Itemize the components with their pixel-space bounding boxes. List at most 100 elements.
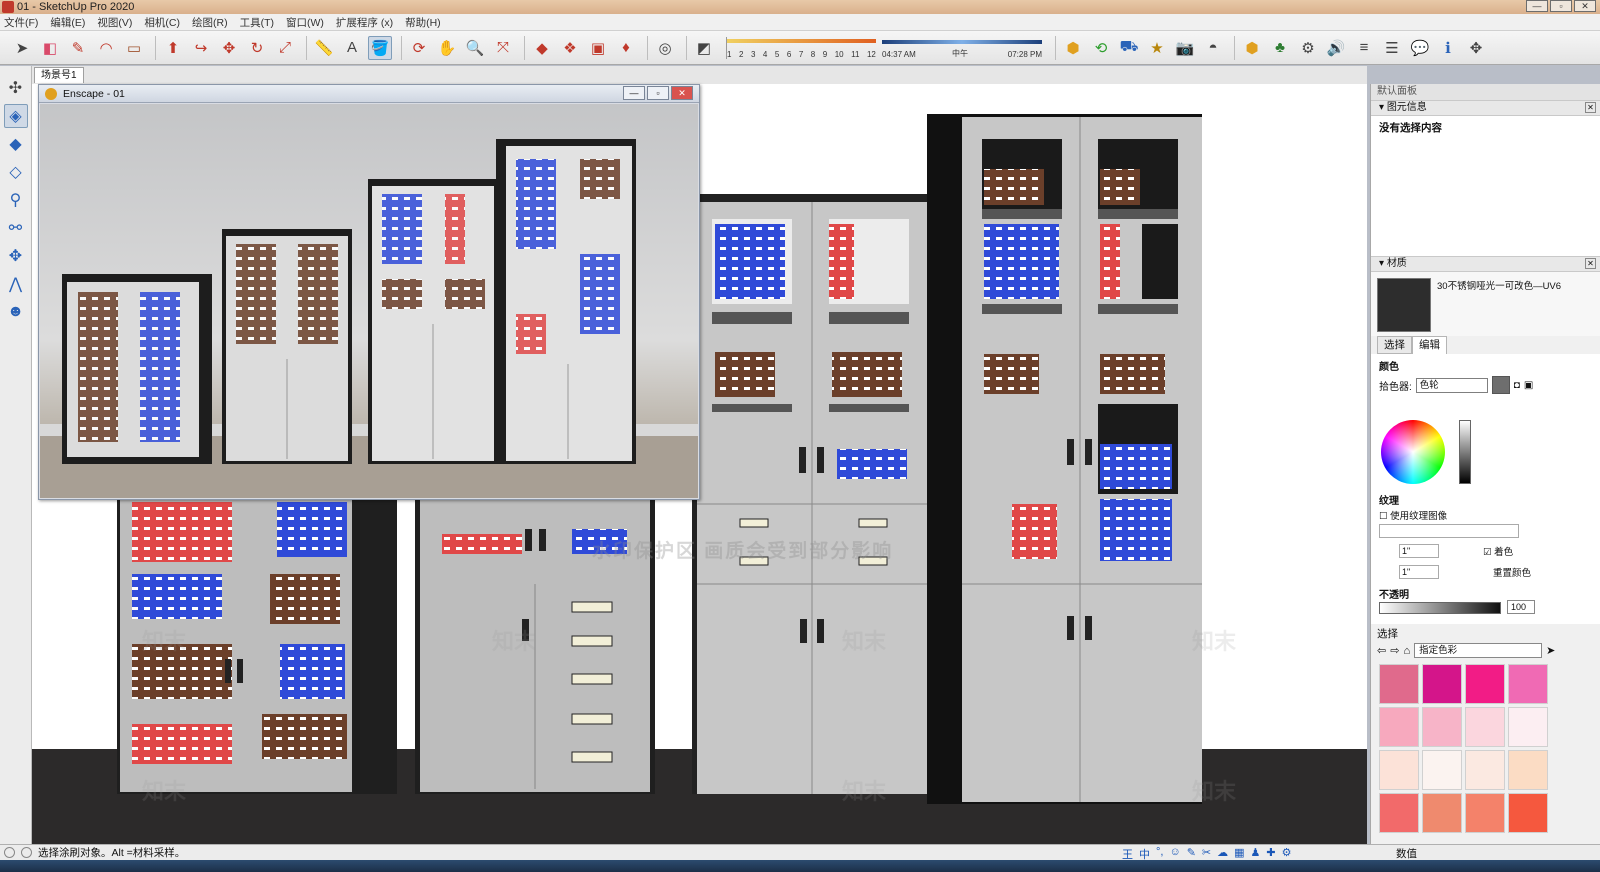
texture-path-input[interactable]: [1379, 524, 1519, 538]
color-swatch[interactable]: [1465, 664, 1505, 704]
navigate-icon[interactable]: ✣: [4, 76, 28, 100]
move-tool-icon[interactable]: ✥: [217, 36, 241, 60]
person-icon[interactable]: ☻: [4, 300, 28, 324]
material-swatch[interactable]: [1377, 278, 1431, 332]
menu-file[interactable]: 文件(F): [4, 15, 38, 30]
entity-info-header[interactable]: ▾ 图元信息 ✕: [1371, 100, 1600, 116]
paint-bucket-tool-icon[interactable]: 🪣: [368, 35, 392, 60]
enscape-window[interactable]: Enscape - 01 — ▫ ✕: [38, 84, 700, 500]
materials-header[interactable]: ▾ 材质 ✕: [1371, 256, 1600, 272]
menu-extensions[interactable]: 扩展程序 (x): [336, 15, 393, 30]
visual-settings-icon[interactable]: ≡: [1352, 36, 1376, 60]
shadow-date-slider[interactable]: 1 2 3 4 5 6 7 8 9 10 11 12: [726, 36, 876, 59]
extension-warehouse-icon[interactable]: ❖: [558, 36, 582, 60]
back-arrow-icon[interactable]: ⇦: [1377, 644, 1386, 657]
match-screen-icon[interactable]: ▣: [1524, 380, 1533, 391]
colorize-checkbox[interactable]: ☑: [1483, 547, 1492, 558]
texture-width-input[interactable]: 1": [1399, 544, 1439, 558]
color-picker-select[interactable]: 色轮: [1415, 377, 1488, 393]
view-top-icon[interactable]: ◆: [4, 132, 28, 156]
feedback-icon[interactable]: 💬: [1408, 36, 1432, 60]
enscape-render-icon[interactable]: ⬢: [1240, 36, 1264, 60]
asset-library-icon[interactable]: ♣: [1268, 36, 1292, 60]
use-texture-checkbox[interactable]: ☐: [1379, 511, 1388, 522]
texture-height-input[interactable]: 1": [1399, 565, 1439, 579]
close-icon[interactable]: ✕: [1585, 102, 1596, 113]
enscape-minimize-button[interactable]: —: [623, 86, 645, 100]
color-swatch[interactable]: [1465, 750, 1505, 790]
line-tool-icon[interactable]: ✎: [66, 36, 90, 60]
zoom-tool-icon[interactable]: 🔍: [463, 36, 487, 60]
select-tool-icon[interactable]: ➤: [10, 36, 34, 60]
rectangle-tool-icon[interactable]: ▭: [122, 36, 146, 60]
color-swatch[interactable]: [1422, 664, 1462, 704]
color-swatch[interactable]: [1422, 793, 1462, 833]
warehouse-icon[interactable]: ◆: [530, 36, 554, 60]
shadows-toggle-icon[interactable]: ◩: [692, 36, 716, 60]
eraser-tool-icon[interactable]: ◧: [38, 36, 62, 60]
scale-tool-icon[interactable]: ⤢: [273, 36, 297, 60]
color-swatch[interactable]: [1465, 707, 1505, 747]
user-account-icon[interactable]: ◎: [653, 36, 677, 60]
color-swatch[interactable]: [1508, 664, 1548, 704]
color-swatch[interactable]: [1465, 793, 1505, 833]
geo-location-icon[interactable]: [4, 847, 15, 858]
menu-edit[interactable]: 编辑(E): [50, 15, 85, 30]
minimize-button[interactable]: —: [1526, 0, 1548, 12]
section-plane-icon[interactable]: ⋀: [4, 272, 28, 296]
info-icon[interactable]: ℹ: [1436, 36, 1460, 60]
orbit-tool-icon[interactable]: ⟳: [407, 36, 431, 60]
menu-camera[interactable]: 相机(C): [144, 15, 180, 30]
home-icon[interactable]: ⌂: [1403, 645, 1410, 657]
collection-dropdown[interactable]: 指定色彩: [1414, 643, 1543, 658]
enscape-views-icon[interactable]: ⛟: [1117, 36, 1141, 60]
reset-color-label[interactable]: 重置颜色: [1493, 565, 1531, 579]
view-iso-icon[interactable]: ◈: [3, 104, 28, 128]
details-arrow-icon[interactable]: ➤: [1546, 644, 1555, 657]
audio-icon[interactable]: 🔊: [1324, 36, 1348, 60]
close-icon[interactable]: ✕: [1585, 258, 1596, 269]
enscape-sync-icon[interactable]: ⟲: [1089, 36, 1113, 60]
enscape-start-icon[interactable]: ⬢: [1061, 36, 1085, 60]
menu-view[interactable]: 视图(V): [97, 15, 132, 30]
menu-help[interactable]: 帮助(H): [405, 15, 441, 30]
enscape-maximize-button[interactable]: ▫: [647, 86, 669, 100]
close-button[interactable]: ✕: [1574, 0, 1596, 12]
tab-select[interactable]: 选择: [1377, 336, 1412, 354]
enscape-title-bar[interactable]: Enscape - 01 — ▫ ✕: [39, 85, 699, 103]
menu-window[interactable]: 窗口(W): [286, 15, 324, 30]
color-swatch[interactable]: [1508, 707, 1548, 747]
brightness-slider[interactable]: [1459, 420, 1471, 484]
color-swatch[interactable]: [1379, 707, 1419, 747]
opacity-value-input[interactable]: 100: [1507, 600, 1535, 614]
opacity-slider[interactable]: [1379, 602, 1501, 614]
color-swatch[interactable]: [1379, 750, 1419, 790]
zoom-extents-icon[interactable]: ⤧: [491, 36, 515, 60]
rotate-tool-icon[interactable]: ↻: [245, 36, 269, 60]
color-swatch[interactable]: [1379, 664, 1419, 704]
enscape-capture-icon[interactable]: ★: [1145, 36, 1169, 60]
forward-arrow-icon[interactable]: ⇨: [1390, 644, 1399, 657]
vr-headset-icon[interactable]: ◓: [1201, 36, 1225, 60]
screenshot-icon[interactable]: 📷: [1173, 36, 1197, 60]
color-swatch[interactable]: [1422, 707, 1462, 747]
color-swatch[interactable]: [1508, 750, 1548, 790]
arc-tool-icon[interactable]: ◠: [94, 36, 118, 60]
look-around-icon[interactable]: ⚯: [4, 216, 28, 240]
enscape-render-view[interactable]: [40, 104, 698, 498]
pan-tool-icon[interactable]: ✋: [435, 36, 459, 60]
menu-tools[interactable]: 工具(T): [240, 15, 274, 30]
sample-paint-icon[interactable]: ◘: [1514, 380, 1520, 391]
enscape-close-button[interactable]: ✕: [671, 86, 693, 100]
position-camera-icon[interactable]: ✥: [4, 244, 28, 268]
color-swatch[interactable]: [1379, 793, 1419, 833]
scene-tab-1[interactable]: 场景号1: [34, 67, 84, 83]
color-swatch[interactable]: [1508, 793, 1548, 833]
maximize-button[interactable]: ▫: [1550, 0, 1572, 12]
follow-me-tool-icon[interactable]: ↪: [189, 36, 213, 60]
tape-measure-tool-icon[interactable]: 📏: [312, 36, 336, 60]
tools-icon[interactable]: ✥: [1464, 36, 1488, 60]
walk-tool-icon[interactable]: ⚲: [4, 188, 28, 212]
credits-icon[interactable]: [21, 847, 32, 858]
send-to-layout-icon[interactable]: ▣: [586, 36, 610, 60]
